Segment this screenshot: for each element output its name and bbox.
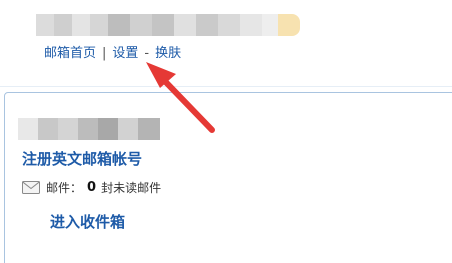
divider	[0, 86, 452, 87]
nav-separator: |	[102, 46, 107, 61]
unread-mail-status: 邮件： 0 封未读邮件	[22, 178, 161, 196]
register-english-email-link[interactable]: 注册英文邮箱帐号	[22, 148, 142, 169]
top-nav: 邮箱首页 | 设置 - 换肤	[44, 42, 181, 61]
mail-label: 邮件：	[46, 180, 83, 195]
unread-count: 0	[87, 179, 97, 195]
enter-inbox-link[interactable]: 进入收件箱	[50, 211, 125, 232]
mailbox-home-link[interactable]: 邮箱首页	[44, 46, 96, 61]
redacted-email	[18, 118, 164, 140]
redacted-username	[36, 14, 300, 36]
change-skin-link[interactable]: 换肤	[155, 46, 181, 61]
envelope-icon	[22, 180, 40, 194]
unread-label: 封未读邮件	[101, 180, 162, 195]
settings-link[interactable]: 设置	[112, 46, 138, 61]
mail-page: 邮箱首页 | 设置 - 换肤 注册英文邮箱帐号 邮件： 0 封未读邮件 进入收件箱	[0, 0, 452, 263]
nav-dash: -	[144, 46, 150, 61]
